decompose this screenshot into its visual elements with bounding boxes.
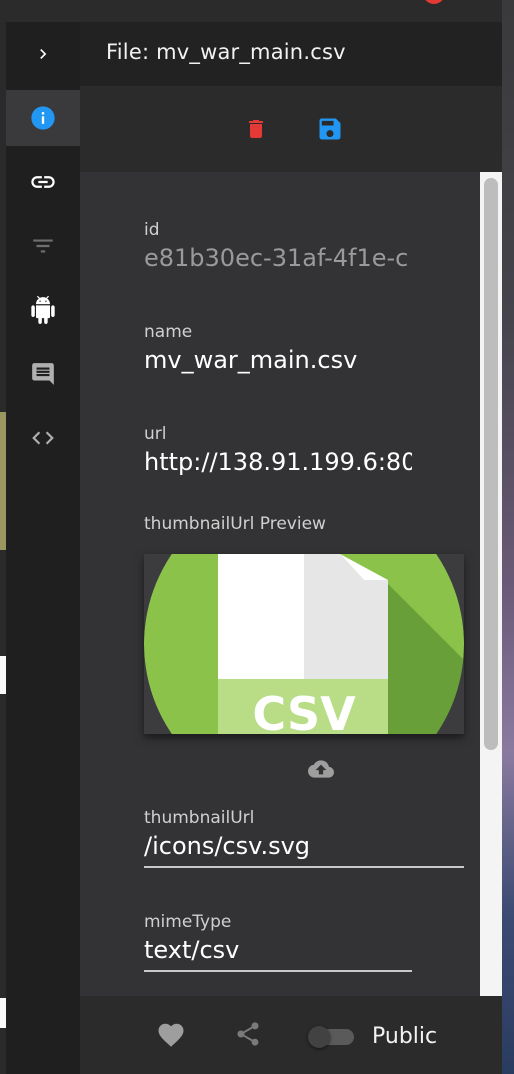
upload-button[interactable]	[304, 756, 338, 786]
comment-icon	[32, 363, 54, 385]
rail-item-links[interactable]	[6, 154, 80, 210]
csv-badge: CSV	[252, 687, 356, 734]
csv-file-icon: CSV	[144, 554, 464, 734]
mime-type-field[interactable]: mimeType text/csv	[144, 912, 412, 972]
url-label: url	[144, 424, 167, 444]
share-button[interactable]	[234, 1020, 262, 1048]
public-label: Public	[372, 1024, 438, 1049]
details-form: id e81b30ec-31af-4f1e-c name mv_war_main…	[80, 172, 480, 996]
thumbnail-url-label: thumbnailUrl	[144, 808, 255, 828]
name-value: mv_war_main.csv	[144, 346, 358, 374]
chevron-right-icon	[40, 49, 47, 59]
thumbnail-url-field[interactable]: thumbnailUrl /icons/csv.svg	[144, 808, 464, 868]
page-title: File: mv_war_main.csv	[106, 40, 346, 64]
public-toggle[interactable]	[308, 1026, 354, 1048]
thumbnail-url-input[interactable]: /icons/csv.svg	[144, 832, 464, 860]
info-icon	[31, 106, 55, 130]
panel-footer: Public	[80, 996, 502, 1074]
name-label: name	[144, 322, 193, 342]
share-icon	[237, 1022, 259, 1046]
favorite-button[interactable]	[156, 1020, 186, 1050]
file-detail-panel: File: mv_war_main.csv id e81b30ec-31af-4…	[80, 22, 502, 1074]
mime-type-input[interactable]: text/csv	[144, 936, 412, 964]
save-icon	[319, 118, 341, 140]
name-field: name mv_war_main.csv	[144, 322, 412, 374]
filter-icon	[33, 239, 53, 253]
save-button[interactable]	[316, 114, 344, 144]
mime-type-label: mimeType	[144, 912, 232, 932]
link-icon	[31, 176, 55, 188]
rail-item-filter[interactable]	[6, 218, 80, 274]
scrollbar-thumb[interactable]	[484, 178, 498, 750]
panel-header: File: mv_war_main.csv	[80, 22, 502, 86]
thumbnail-url-underline	[144, 866, 464, 868]
thumbnail-preview-label: thumbnailUrl Preview	[144, 514, 326, 534]
id-field: id e81b30ec-31af-4f1e-c	[144, 220, 412, 272]
top-bar	[0, 0, 502, 22]
mime-type-underline	[144, 970, 412, 972]
thumbnail-preview-field: thumbnailUrl Preview	[144, 514, 464, 534]
collapse-button[interactable]	[6, 26, 80, 82]
cloud-upload-icon	[308, 760, 334, 778]
id-label: id	[144, 220, 160, 240]
rail-item-android[interactable]	[6, 282, 80, 338]
rail-item-comments[interactable]	[6, 346, 80, 402]
rail-item-code[interactable]	[6, 410, 80, 466]
notification-dot	[423, 0, 445, 4]
desktop-background-right	[502, 0, 514, 1074]
heart-icon	[158, 1023, 184, 1047]
delete-icon	[249, 120, 263, 138]
url-field: url http://138.91.199.6:800	[144, 424, 412, 476]
toolbar	[80, 86, 502, 172]
rail-item-info[interactable]	[6, 90, 80, 146]
android-icon	[31, 296, 55, 324]
icon-rail	[6, 22, 80, 1074]
url-value: http://138.91.199.6:800	[144, 448, 412, 476]
code-icon	[32, 431, 54, 445]
id-value: e81b30ec-31af-4f1e-c	[144, 244, 409, 272]
thumbnail-preview[interactable]: CSV	[144, 554, 464, 734]
delete-button[interactable]	[242, 114, 270, 144]
